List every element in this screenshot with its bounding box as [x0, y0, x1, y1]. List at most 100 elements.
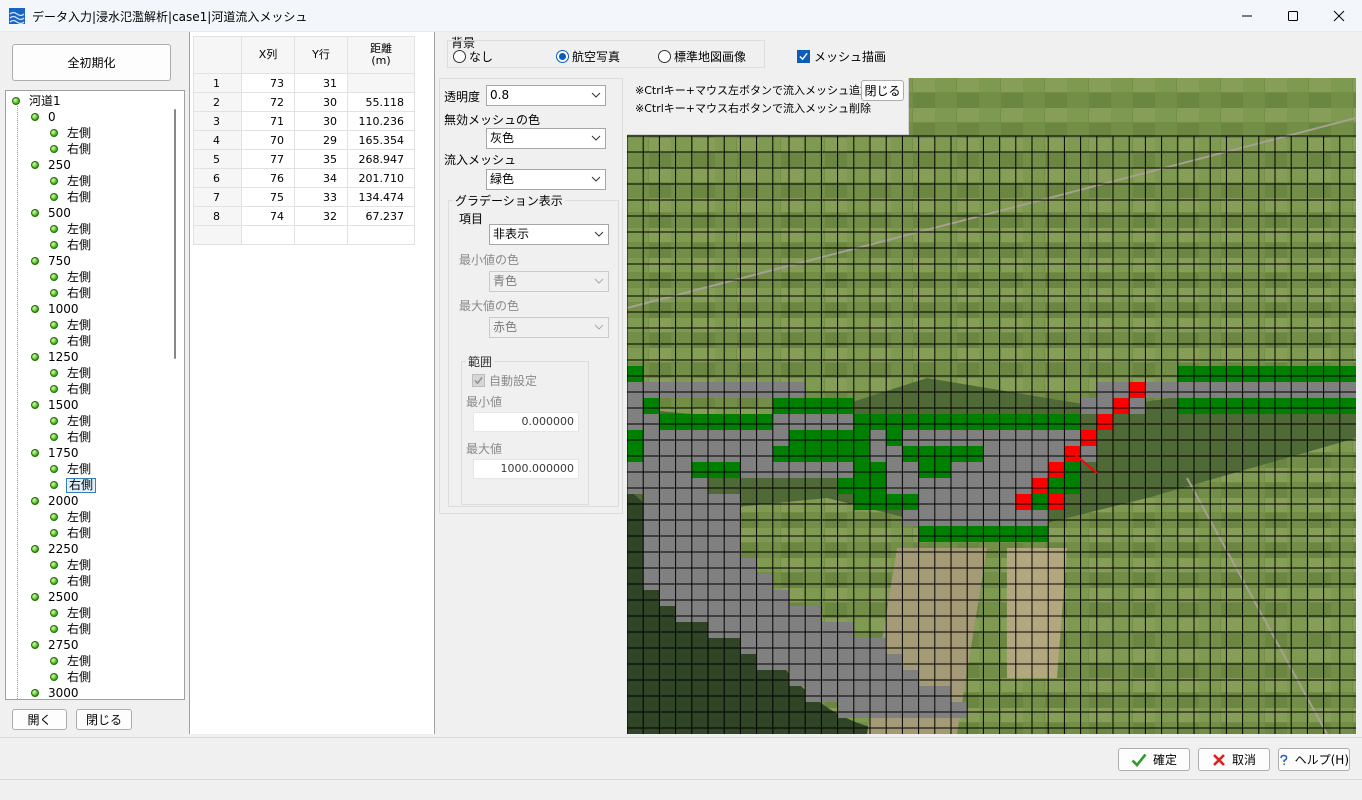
- inflow-mesh-cell[interactable]: [805, 430, 822, 446]
- invalid-mesh-cell[interactable]: [724, 542, 741, 558]
- inflow-mesh-cell[interactable]: [821, 398, 838, 414]
- selected-inflow-cell[interactable]: [1048, 462, 1065, 478]
- invalid-mesh-cell[interactable]: [627, 382, 644, 398]
- invalid-mesh-cell[interactable]: [853, 686, 870, 702]
- invalid-mesh-cell[interactable]: [918, 494, 935, 510]
- table-cell-x[interactable]: 74: [241, 206, 295, 226]
- table-cell-y[interactable]: 30: [294, 111, 348, 131]
- invalid-mesh-cell[interactable]: [886, 670, 903, 686]
- invalid-mesh-cell[interactable]: [740, 638, 757, 654]
- invalid-mesh-cell[interactable]: [821, 414, 838, 430]
- invalid-mesh-cell[interactable]: [708, 622, 725, 638]
- tree-node-2250-left[interactable]: 左側: [50, 557, 92, 573]
- invalid-mesh-cell[interactable]: [627, 462, 644, 478]
- transparency-select[interactable]: 0.8: [486, 85, 606, 106]
- invalid-mesh-cell[interactable]: [772, 622, 789, 638]
- invalid-mesh-cell[interactable]: [691, 558, 708, 574]
- invalid-mesh-cell[interactable]: [724, 510, 741, 526]
- tree-node-750-right[interactable]: 右側: [50, 285, 92, 301]
- invalid-mesh-cell[interactable]: [951, 478, 968, 494]
- inflow-mesh-cell[interactable]: [805, 446, 822, 462]
- invalid-mesh-cell[interactable]: [870, 446, 887, 462]
- column-header-distance[interactable]: 距離 (m): [347, 36, 415, 74]
- mesh-draw-checkbox[interactable]: メッシュ描画: [797, 48, 886, 65]
- cancel-button[interactable]: 取消: [1198, 748, 1270, 771]
- invalid-mesh-cell[interactable]: [789, 670, 806, 686]
- inflow-mesh-cell[interactable]: [902, 446, 919, 462]
- invalid-mesh-cell[interactable]: [724, 558, 741, 574]
- tree-scrollbar[interactable]: [174, 109, 176, 359]
- inflow-mesh-cell[interactable]: [1064, 462, 1081, 478]
- invalid-mesh-cell[interactable]: [691, 590, 708, 606]
- invalid-mesh-cell[interactable]: [643, 478, 660, 494]
- invalid-mesh-cell[interactable]: [805, 606, 822, 622]
- invalid-mesh-cell[interactable]: [934, 686, 951, 702]
- table-cell-x[interactable]: 70: [241, 130, 295, 150]
- invalid-mesh-cell[interactable]: [691, 606, 708, 622]
- table-row[interactable]: 6 76 34 201.710: [193, 168, 415, 188]
- invalid-mesh-cell[interactable]: [1258, 382, 1275, 398]
- inflow-mesh-cell[interactable]: [1064, 478, 1081, 494]
- inflow-mesh-cell[interactable]: [1339, 366, 1356, 382]
- invalid-mesh-cell[interactable]: [821, 654, 838, 670]
- inflow-mesh-cell[interactable]: [951, 414, 968, 430]
- invalid-mesh-cell[interactable]: [740, 462, 757, 478]
- invalid-mesh-cell[interactable]: [951, 702, 968, 718]
- tree-node-500-right[interactable]: 右側: [50, 237, 92, 253]
- invalid-mesh-cell[interactable]: [805, 670, 822, 686]
- invalid-mesh-cell[interactable]: [724, 494, 741, 510]
- selected-inflow-cell[interactable]: [1080, 430, 1097, 446]
- inflow-mesh-cell[interactable]: [1015, 414, 1032, 430]
- invalid-mesh-cell[interactable]: [1015, 510, 1032, 526]
- invalid-mesh-cell[interactable]: [983, 430, 1000, 446]
- selected-inflow-cell[interactable]: [1096, 414, 1113, 430]
- inflow-mesh-cell[interactable]: [724, 414, 741, 430]
- invalid-mesh-cell[interactable]: [983, 462, 1000, 478]
- mesh-map-view[interactable]: [627, 78, 1356, 734]
- invalid-mesh-cell[interactable]: [999, 462, 1016, 478]
- tree-node-0-left[interactable]: 左側: [50, 125, 92, 141]
- invalid-mesh-cell[interactable]: [870, 686, 887, 702]
- inflow-mesh-cell[interactable]: [837, 430, 854, 446]
- invalid-mesh-cell[interactable]: [708, 494, 725, 510]
- inflow-mesh-cell[interactable]: [853, 446, 870, 462]
- table-cell-no[interactable]: 6: [193, 168, 242, 188]
- table-cell-x[interactable]: 77: [241, 149, 295, 169]
- close-notes-button[interactable]: 閉じる: [861, 80, 904, 101]
- table-cell-x[interactable]: 75: [241, 187, 295, 207]
- tree-node-3000[interactable]: 3000: [31, 685, 80, 699]
- inflow-mesh-cell[interactable]: [1307, 398, 1324, 414]
- selected-inflow-cell[interactable]: [1048, 494, 1065, 510]
- inflow-mesh-cell[interactable]: [870, 494, 887, 510]
- invalid-mesh-cell[interactable]: [1096, 398, 1113, 414]
- invalid-mesh-cell[interactable]: [870, 638, 887, 654]
- invalid-mesh-cell[interactable]: [902, 702, 919, 718]
- table-row[interactable]: 5 77 35 268.947: [193, 149, 415, 169]
- invalid-mesh-cell[interactable]: [659, 446, 676, 462]
- invalid-mesh-cell[interactable]: [675, 526, 692, 542]
- inflow-mesh-cell[interactable]: [1226, 398, 1243, 414]
- tree-node-1000-right[interactable]: 右側: [50, 333, 92, 349]
- new-row-cell[interactable]: [241, 225, 295, 245]
- invalid-mesh-cell[interactable]: [675, 446, 692, 462]
- inflow-mesh-cell[interactable]: [1064, 414, 1081, 430]
- invalid-mesh-cell[interactable]: [870, 670, 887, 686]
- invalid-mesh-cell[interactable]: [675, 462, 692, 478]
- invalid-mesh-cell[interactable]: [951, 430, 968, 446]
- inflow-mesh-cell[interactable]: [918, 446, 935, 462]
- mesh-data-table[interactable]: X列 Y行 距離 (m) 1 73 31 2 72 30 55.118 3 71 30 110.23…: [193, 36, 415, 245]
- invalid-mesh-cell[interactable]: [772, 462, 789, 478]
- invalid-mesh-cell[interactable]: [691, 574, 708, 590]
- tree-node-1000-left[interactable]: 左側: [50, 317, 92, 333]
- invalid-mesh-cell[interactable]: [643, 414, 660, 430]
- inflow-mesh-cell[interactable]: [918, 414, 935, 430]
- invalid-mesh-cell[interactable]: [805, 638, 822, 654]
- tree-node-2500-left[interactable]: 左側: [50, 605, 92, 621]
- inflow-mesh-cell[interactable]: [853, 414, 870, 430]
- inflow-mesh-cell[interactable]: [1032, 494, 1049, 510]
- inflow-mesh-cell[interactable]: [1177, 398, 1194, 414]
- invalid-mesh-cell[interactable]: [691, 430, 708, 446]
- inflow-mesh-cell[interactable]: [691, 414, 708, 430]
- gradation-item-select[interactable]: 非表示: [489, 224, 609, 245]
- invalid-mesh-cell[interactable]: [740, 430, 757, 446]
